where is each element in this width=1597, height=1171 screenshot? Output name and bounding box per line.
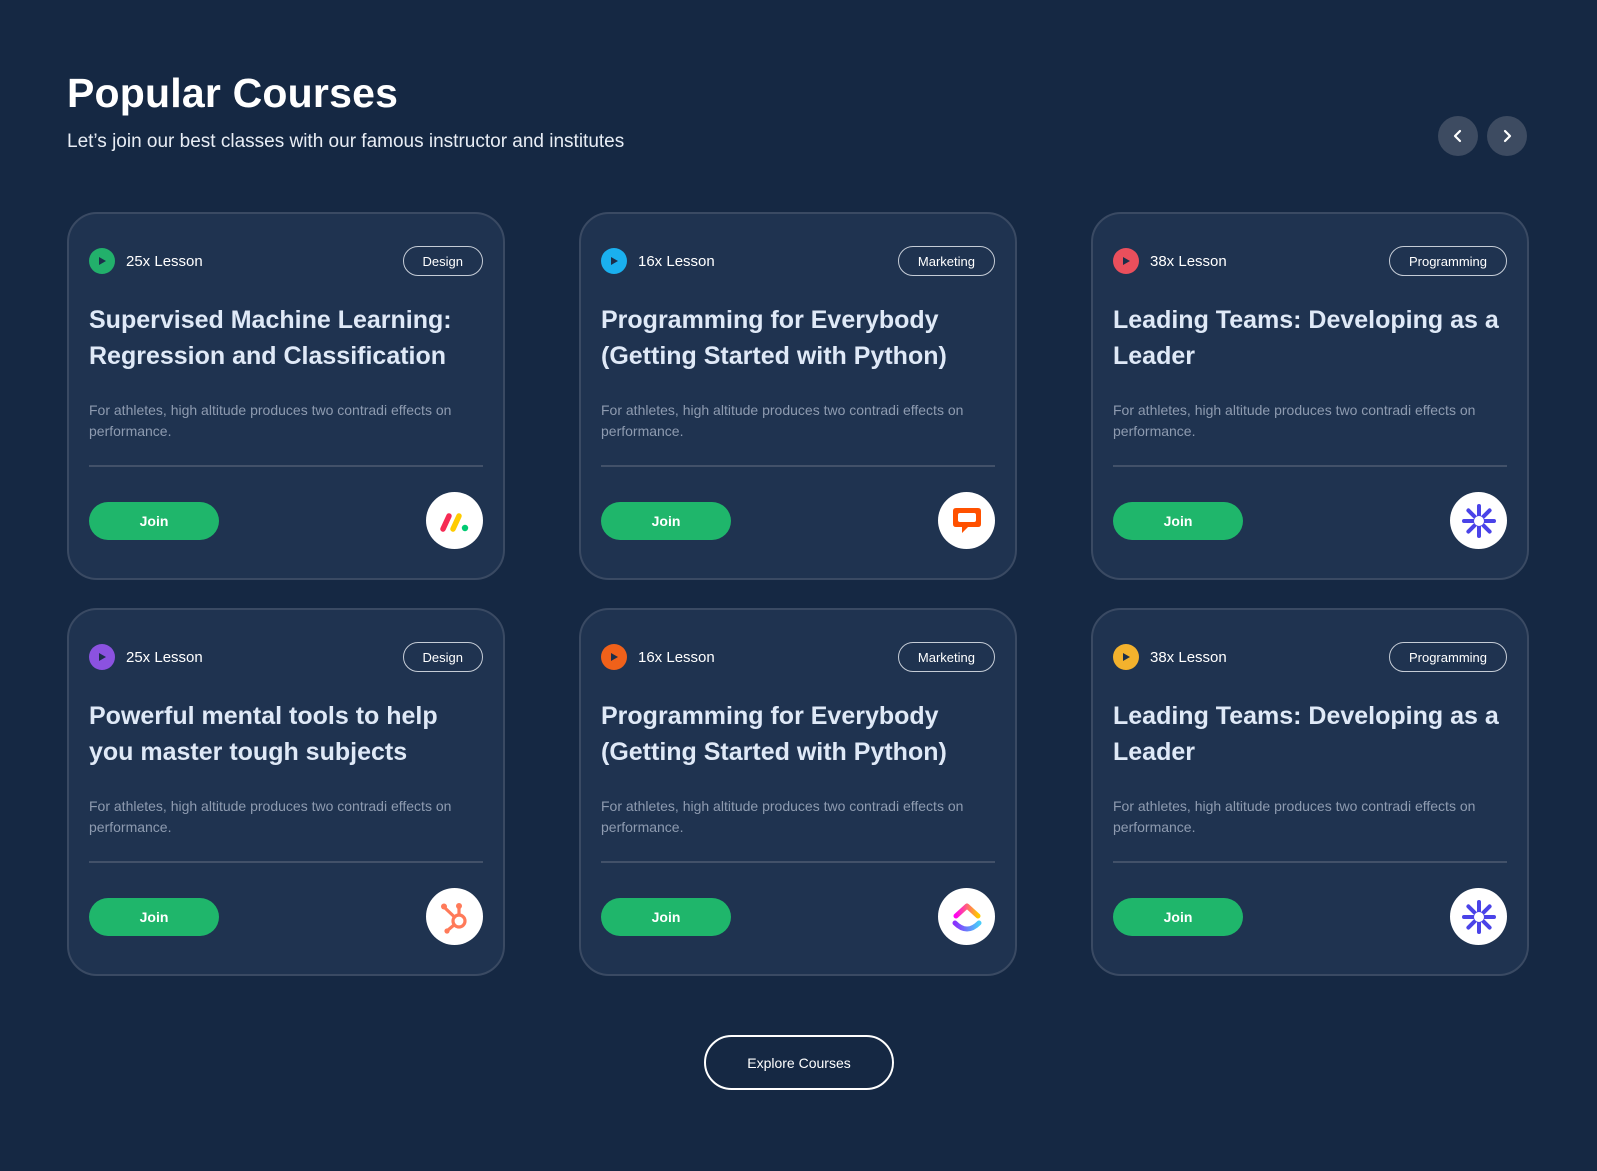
course-description: For athletes, high altitude produces two…: [89, 402, 452, 439]
course-card: 16x Lesson Marketing Programming for Eve…: [579, 212, 1017, 580]
play-icon: [1113, 644, 1139, 670]
join-button[interactable]: Join: [1113, 502, 1243, 540]
lesson-count: 16x Lesson: [601, 248, 715, 274]
course-description: For athletes, high altitude produces two…: [601, 798, 964, 835]
join-button[interactable]: Join: [1113, 898, 1243, 936]
category-tag[interactable]: Design: [402, 246, 483, 276]
lesson-count: 25x Lesson: [89, 644, 203, 670]
lesson-count-label: 25x Lesson: [126, 648, 203, 666]
course-grid: 25x Lesson Design Supervised Machine Lea…: [67, 212, 1529, 976]
divider: [89, 465, 483, 467]
zapier-logo-icon: [1450, 492, 1507, 549]
monday-logo-icon: [426, 492, 483, 549]
carousel-next-button[interactable]: [1487, 116, 1527, 156]
lesson-count-label: 16x Lesson: [638, 252, 715, 270]
course-card: 38x Lesson Programming Leading Teams: De…: [1091, 608, 1529, 976]
course-title[interactable]: Programming for Everybody (Getting Start…: [601, 698, 996, 770]
divider: [1113, 465, 1507, 467]
popular-courses-section: Popular Courses Let’s join our best clas…: [0, 0, 1597, 1171]
carousel-prev-button[interactable]: [1438, 116, 1478, 156]
course-title[interactable]: Powerful mental tools to help you master…: [89, 698, 484, 770]
section-title: Popular Courses: [67, 70, 399, 116]
livechat-logo-icon: [938, 492, 995, 549]
chevron-right-icon: [1503, 129, 1512, 143]
join-button[interactable]: Join: [601, 898, 731, 936]
divider: [1113, 861, 1507, 863]
join-button[interactable]: Join: [89, 898, 219, 936]
play-icon: [89, 248, 115, 274]
course-title[interactable]: Leading Teams: Developing as a Leader: [1113, 302, 1508, 374]
course-description: For athletes, high altitude produces two…: [89, 798, 452, 835]
lesson-count-label: 16x Lesson: [638, 648, 715, 666]
divider: [601, 861, 995, 863]
divider: [601, 465, 995, 467]
category-tag[interactable]: Marketing: [897, 642, 995, 672]
play-icon: [89, 644, 115, 670]
lesson-count: 16x Lesson: [601, 644, 715, 670]
chevron-left-icon: [1453, 129, 1462, 143]
play-icon: [1113, 248, 1139, 274]
course-title[interactable]: Programming for Everybody (Getting Start…: [601, 302, 996, 374]
lesson-count: 38x Lesson: [1113, 248, 1227, 274]
course-card: 25x Lesson Design Supervised Machine Lea…: [67, 212, 505, 580]
lesson-count-label: 25x Lesson: [126, 252, 203, 270]
category-tag[interactable]: Marketing: [897, 246, 995, 276]
explore-courses-button[interactable]: Explore Courses: [704, 1035, 894, 1090]
hubspot-logo-icon: [426, 888, 483, 945]
lesson-count-label: 38x Lesson: [1150, 252, 1227, 270]
lesson-count: 38x Lesson: [1113, 644, 1227, 670]
course-card: 38x Lesson Programming Leading Teams: De…: [1091, 212, 1529, 580]
course-card: 25x Lesson Design Powerful mental tools …: [67, 608, 505, 976]
clickup-logo-icon: [938, 888, 995, 945]
divider: [89, 861, 483, 863]
course-description: For athletes, high altitude produces two…: [1113, 798, 1476, 835]
section-subtitle: Let’s join our best classes with our fam…: [67, 131, 625, 152]
play-icon: [601, 248, 627, 274]
category-tag[interactable]: Programming: [1388, 642, 1507, 672]
course-description: For athletes, high altitude produces two…: [601, 402, 964, 439]
play-icon: [601, 644, 627, 670]
category-tag[interactable]: Design: [402, 642, 483, 672]
course-title[interactable]: Leading Teams: Developing as a Leader: [1113, 698, 1508, 770]
lesson-count-label: 38x Lesson: [1150, 648, 1227, 666]
join-button[interactable]: Join: [601, 502, 731, 540]
course-description: For athletes, high altitude produces two…: [1113, 402, 1476, 439]
category-tag[interactable]: Programming: [1388, 246, 1507, 276]
course-title[interactable]: Supervised Machine Learning: Regression …: [89, 302, 484, 374]
join-button[interactable]: Join: [89, 502, 219, 540]
lesson-count: 25x Lesson: [89, 248, 203, 274]
course-card: 16x Lesson Marketing Programming for Eve…: [579, 608, 1017, 976]
zapier-logo-icon: [1450, 888, 1507, 945]
